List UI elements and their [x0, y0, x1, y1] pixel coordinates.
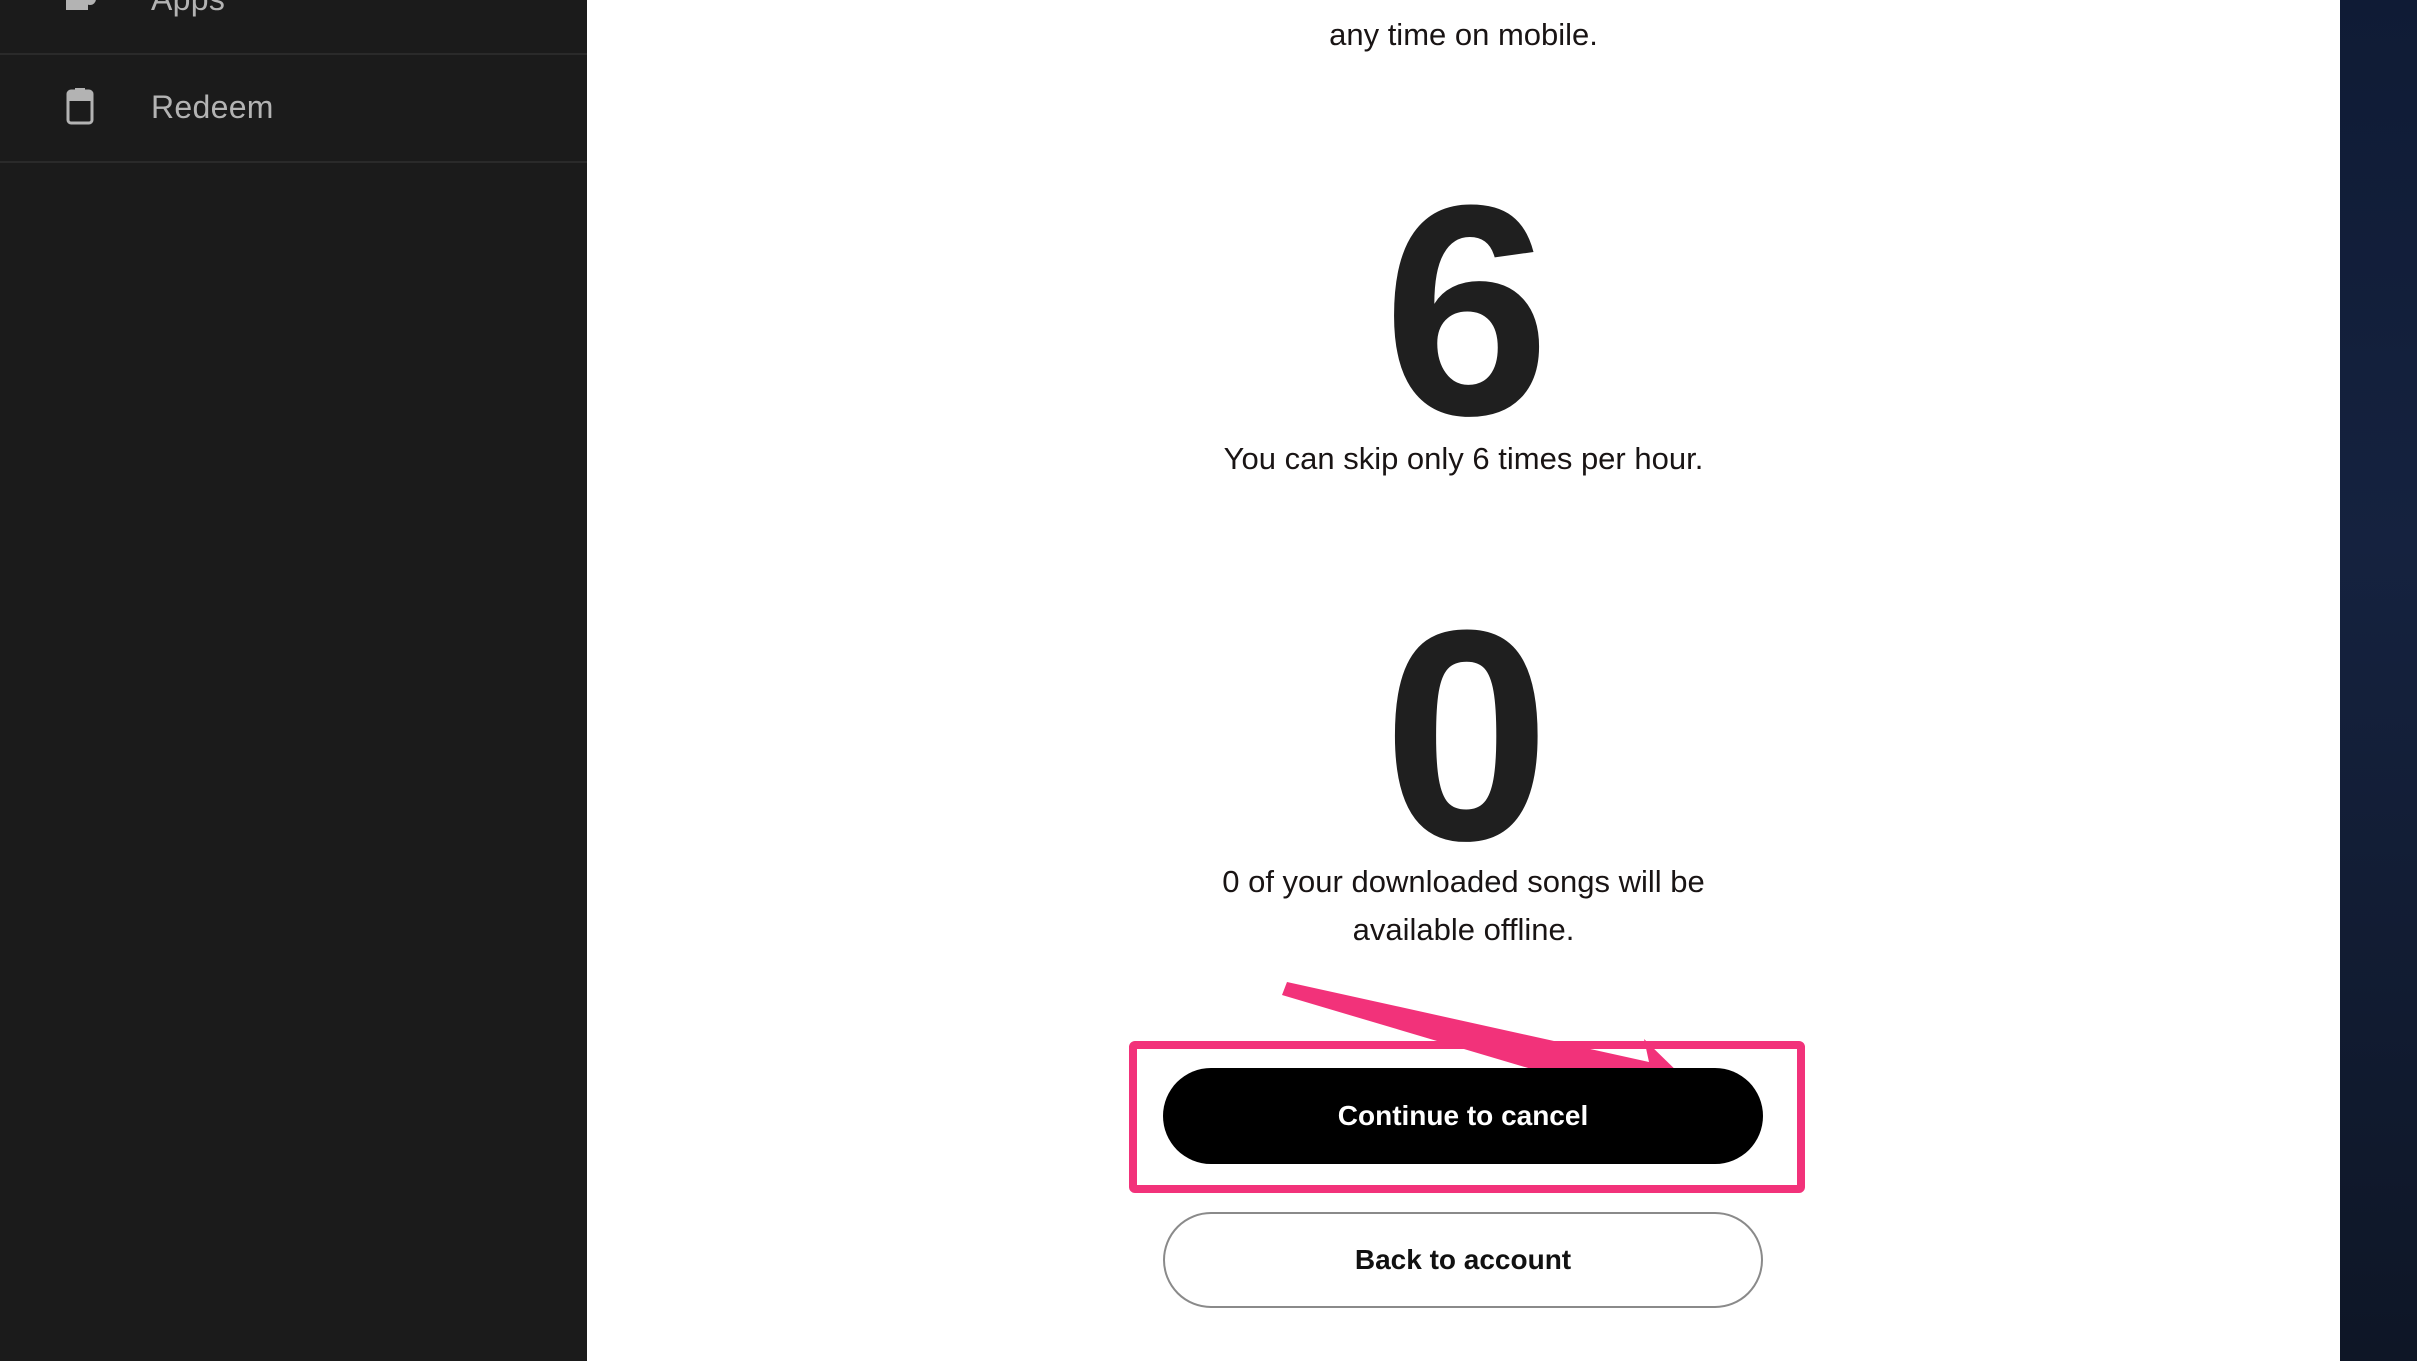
- apps-icon: [66, 0, 96, 10]
- continue-to-cancel-button[interactable]: Continue to cancel: [1163, 1068, 1763, 1164]
- sidebar: Apps Redeem: [0, 0, 587, 1361]
- downloads-description-line: 0 of your downloaded songs will be: [1222, 864, 1705, 899]
- redeem-icon: [66, 88, 94, 125]
- sidebar-item-apps[interactable]: Apps: [0, 0, 587, 55]
- background-edge: [2340, 0, 2417, 1361]
- downloads-number: 0: [1383, 567, 1550, 903]
- downloads-description-line: available offline.: [1352, 912, 1575, 947]
- skips-description: You can skip only 6 times per hour.: [1223, 441, 1704, 476]
- page: Apps Redeem any time on mobile. 6 You ca…: [0, 0, 2417, 1361]
- sidebar-item-label: Redeem: [151, 88, 274, 125]
- skips-number: 6: [1383, 142, 1550, 478]
- downloads-description: 0 of your downloaded songs will be avail…: [587, 858, 2340, 954]
- intro-text: any time on mobile.: [1329, 17, 1598, 52]
- back-to-account-button[interactable]: Back to account: [1163, 1212, 1763, 1308]
- cancel-plan-panel: any time on mobile. 6 You can skip only …: [587, 0, 2340, 1361]
- sidebar-item-label: Apps: [151, 0, 225, 18]
- sidebar-item-redeem[interactable]: Redeem: [0, 53, 587, 163]
